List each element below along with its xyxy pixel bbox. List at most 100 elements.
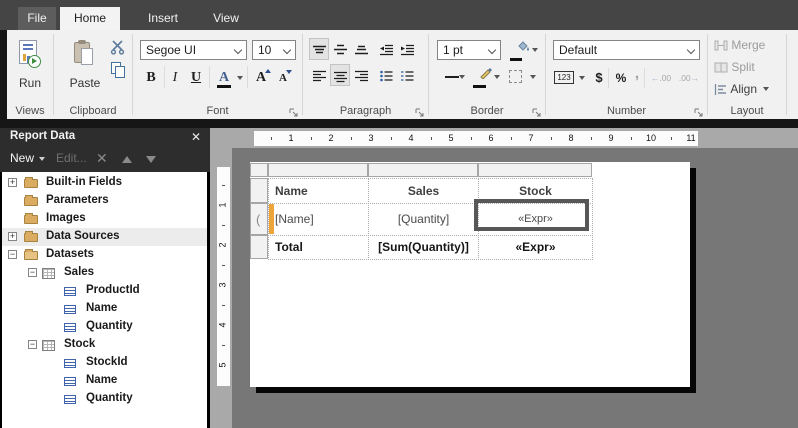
- tablix-corner-handle[interactable]: [250, 163, 268, 177]
- tree-item-field-productid[interactable]: ProductId: [2, 282, 207, 300]
- bullets-button[interactable]: [376, 64, 396, 86]
- border-style-button[interactable]: [437, 66, 467, 88]
- cell-header-name[interactable]: Name: [268, 178, 369, 204]
- underline-button[interactable]: U: [186, 66, 206, 90]
- collapse-icon[interactable]: −: [28, 340, 37, 349]
- tab-insert[interactable]: Insert: [133, 7, 193, 30]
- expand-icon[interactable]: +: [8, 178, 17, 187]
- border-width-value: 1 pt: [443, 43, 464, 57]
- border-width-combo[interactable]: 1 pt: [437, 40, 501, 60]
- ribbon-group-number: Default 123 $ % , ←.00 .00→ Number: [546, 30, 707, 119]
- cell-detail-quantity[interactable]: [Quantity]: [368, 203, 479, 236]
- tab-file[interactable]: File: [18, 7, 56, 30]
- number-format-combo[interactable]: Default: [553, 40, 700, 60]
- new-button[interactable]: New: [10, 151, 46, 165]
- number-dialog-launcher[interactable]: [694, 105, 704, 117]
- align-left-button[interactable]: [309, 64, 329, 86]
- italic-button[interactable]: I: [167, 66, 183, 90]
- ribbon-group-views: Run Views: [7, 30, 53, 119]
- paste-icon: [74, 40, 94, 66]
- align-top-button[interactable]: [309, 38, 329, 60]
- copy-button[interactable]: [111, 62, 127, 79]
- row-handle-header[interactable]: [250, 178, 268, 203]
- cell-total-expr[interactable]: «Expr»: [478, 235, 593, 260]
- tree-item-datasets[interactable]: − Datasets: [2, 246, 207, 264]
- align-middle-button[interactable]: [330, 38, 350, 60]
- column-handle-2[interactable]: [368, 163, 478, 177]
- report-page[interactable]: ( Name Sales Stock [Name] [Quantity] «Ex…: [250, 162, 690, 387]
- tree-item-field-name[interactable]: Name: [2, 300, 207, 318]
- tab-view[interactable]: View: [200, 7, 252, 30]
- number-general-button[interactable]: 123: [552, 68, 586, 88]
- tree-item-dataset-sales[interactable]: − Sales: [2, 264, 207, 282]
- grow-font-button[interactable]: A: [251, 66, 271, 90]
- borders-picker-button[interactable]: [505, 66, 539, 88]
- align-right-icon: [354, 70, 368, 82]
- align-right-button[interactable]: [351, 64, 371, 86]
- font-family-combo[interactable]: Segoe UI: [140, 40, 247, 60]
- shrink-font-button[interactable]: A: [274, 66, 292, 90]
- font-color-dropdown[interactable]: [235, 66, 245, 90]
- cell-header-sales[interactable]: Sales: [368, 178, 479, 204]
- cut-button[interactable]: [110, 40, 126, 60]
- decrease-decimal-button[interactable]: ←.00: [648, 68, 674, 92]
- collapse-icon[interactable]: −: [28, 268, 37, 277]
- collapse-icon[interactable]: −: [8, 250, 17, 259]
- tree-item-dataset-stock[interactable]: − Stock: [2, 336, 207, 354]
- move-down-button[interactable]: [146, 156, 156, 163]
- percent-button[interactable]: %: [612, 68, 630, 92]
- numbering-button[interactable]: [397, 64, 417, 86]
- chevron-down-icon: [39, 156, 46, 161]
- cell-detail-name[interactable]: [Name]: [268, 203, 369, 236]
- bold-button[interactable]: B: [141, 66, 161, 90]
- edit-button[interactable]: Edit...: [56, 151, 87, 165]
- number-123-icon: 123: [554, 71, 574, 84]
- column-handle-3[interactable]: [478, 163, 592, 177]
- paste-button[interactable]: Paste: [64, 36, 106, 96]
- tree-item-parameters[interactable]: Parameters: [2, 192, 207, 210]
- align-objects-icon: [714, 84, 726, 95]
- row-handle-total[interactable]: [250, 235, 268, 259]
- tree-item-field-quantity[interactable]: Quantity: [2, 318, 207, 336]
- increase-indent-button[interactable]: [397, 38, 417, 60]
- increase-decimal-button[interactable]: .00→: [676, 68, 702, 92]
- tree-item-field-quantity2[interactable]: Quantity: [2, 390, 207, 408]
- run-button[interactable]: Run: [9, 36, 51, 96]
- tree-item-label: Built-in Fields: [46, 176, 123, 188]
- tree-item-images[interactable]: Images: [2, 210, 207, 228]
- move-up-button[interactable]: [122, 156, 132, 163]
- font-size-combo[interactable]: 10: [252, 40, 296, 60]
- cell-total-sum[interactable]: [Sum(Quantity)]: [368, 235, 479, 260]
- tree-item-built-in-fields[interactable]: + Built-in Fields: [2, 174, 207, 192]
- border-color-button[interactable]: [471, 66, 501, 88]
- tree-item-field-name2[interactable]: Name: [2, 372, 207, 390]
- tab-home[interactable]: Home: [60, 7, 120, 30]
- font-dialog-launcher[interactable]: [289, 105, 299, 117]
- align-center-button[interactable]: [330, 64, 350, 86]
- tree-item-field-stockid[interactable]: StockId: [2, 354, 207, 372]
- paragraph-dialog-launcher[interactable]: [415, 105, 425, 117]
- cell-total-label[interactable]: Total: [268, 235, 369, 260]
- tree-item-label: Stock: [64, 338, 96, 350]
- group-separator: [786, 34, 787, 115]
- close-icon[interactable]: ✕: [191, 130, 201, 144]
- tree-item-label: Parameters: [46, 194, 109, 206]
- column-handle-1[interactable]: [268, 163, 368, 177]
- font-color-button[interactable]: A: [213, 66, 235, 90]
- align-bottom-button[interactable]: [351, 38, 371, 60]
- delete-button[interactable]: ✕: [96, 150, 108, 167]
- align-bottom-icon: [354, 45, 368, 55]
- align-top-icon: [312, 45, 326, 54]
- fill-color-button[interactable]: [507, 39, 539, 61]
- expand-icon[interactable]: +: [8, 232, 17, 241]
- thousands-separator-button[interactable]: ,: [632, 64, 642, 88]
- split-button[interactable]: Split: [714, 59, 755, 77]
- border-dialog-launcher[interactable]: [532, 105, 542, 117]
- currency-button[interactable]: $: [592, 68, 606, 92]
- tree-item-data-sources[interactable]: + Data Sources: [2, 228, 207, 246]
- align-menu-button[interactable]: Align: [714, 81, 770, 99]
- tree-item-label: Images: [46, 212, 86, 224]
- row-handle-detail[interactable]: (: [250, 203, 268, 235]
- merge-button[interactable]: Merge: [714, 37, 765, 55]
- decrease-indent-button[interactable]: [376, 38, 396, 60]
